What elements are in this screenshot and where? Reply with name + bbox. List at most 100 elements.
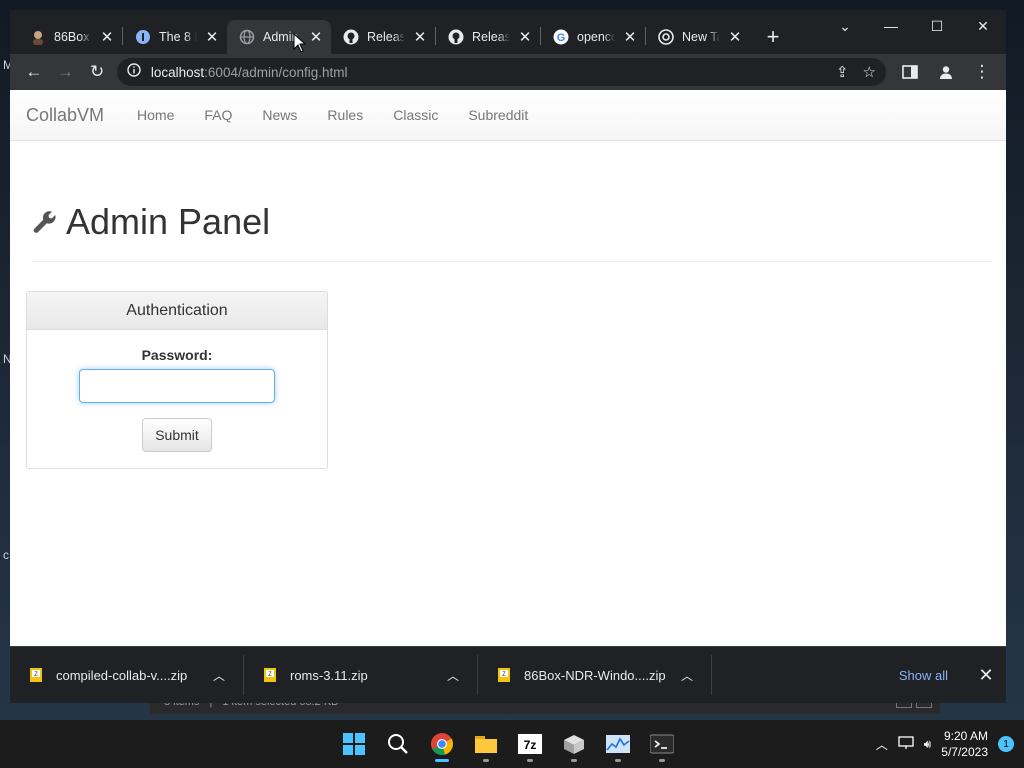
show-all-downloads-link[interactable]: Show all — [881, 668, 966, 683]
resource-monitor-button[interactable] — [600, 724, 636, 764]
info-icon[interactable] — [127, 62, 141, 82]
nav-link-classic[interactable]: Classic — [378, 107, 453, 123]
close-tab-icon[interactable]: ✕ — [100, 30, 114, 45]
terminal-button[interactable] — [644, 724, 680, 764]
new-tab-button[interactable]: + — [756, 20, 790, 54]
google-favicon-icon: G — [553, 29, 569, 45]
chevron-up-icon[interactable]: ︿ — [213, 667, 225, 684]
svg-text:Z: Z — [268, 672, 272, 678]
clock-time: 9:20 AM — [943, 729, 988, 743]
nav-link-news[interactable]: News — [247, 107, 312, 123]
close-window-button[interactable]: ✕ — [960, 10, 1006, 42]
close-tab-icon[interactable]: ✕ — [413, 30, 427, 45]
performance-graph-icon — [606, 735, 630, 753]
tab-title: The 8 B — [159, 30, 197, 44]
info-favicon-icon — [135, 29, 151, 45]
tab-title: New Ta — [682, 30, 720, 44]
tab-admin[interactable]: Admin ✕ — [227, 20, 331, 54]
close-icon[interactable]: ✕ — [966, 665, 1006, 686]
folder-icon — [475, 736, 497, 753]
back-button[interactable]: ← — [18, 58, 50, 86]
close-tab-icon[interactable]: ✕ — [728, 30, 742, 45]
url-text: localhost:6004/admin/config.html — [151, 65, 348, 80]
chevron-up-icon[interactable]: ︿ — [681, 667, 693, 684]
notification-badge[interactable]: 1 — [998, 736, 1014, 752]
close-tab-icon[interactable]: ✕ — [205, 30, 219, 45]
page-title: Admin Panel — [66, 201, 271, 242]
nav-link-subreddit[interactable]: Subreddit — [453, 107, 543, 123]
volume-icon[interactable]: 🔊︎ — [924, 737, 932, 752]
7zip-button[interactable]: 7z — [512, 724, 548, 764]
chevron-up-icon[interactable]: ︿ — [876, 736, 888, 753]
search-button[interactable] — [380, 724, 416, 764]
site-brand[interactable]: CollabVM — [26, 105, 104, 126]
close-tab-icon[interactable]: ✕ — [309, 30, 323, 45]
tab-title: 86Box | — [54, 30, 92, 44]
download-item[interactable]: Z compiled-collab-v....zip ︿ — [10, 655, 244, 695]
close-tab-icon[interactable]: ✕ — [623, 30, 637, 45]
download-filename: roms-3.11.zip — [290, 667, 368, 683]
zip-file-icon: Z — [498, 668, 510, 682]
tab-new-tab[interactable]: New Ta ✕ — [646, 20, 750, 54]
file-explorer-button[interactable] — [468, 724, 504, 764]
7zip-icon: 7z — [518, 734, 542, 754]
chrome-icon — [431, 733, 453, 756]
github-favicon-icon — [343, 29, 359, 45]
url-host: localhost — [150, 64, 205, 80]
forward-button[interactable]: → — [50, 58, 82, 86]
password-label: Password: — [141, 347, 213, 363]
tab-opencc[interactable]: G opencc ✕ — [541, 20, 645, 54]
download-item[interactable]: Z 86Box-NDR-Windo....zip ︿ — [478, 655, 712, 695]
globe-favicon-icon — [239, 29, 255, 45]
nav-link-rules[interactable]: Rules — [312, 107, 378, 123]
chrome-favicon-icon — [658, 29, 674, 45]
tab-search-icon[interactable]: ⌄ — [822, 10, 868, 42]
share-icon[interactable]: ⇪ — [836, 63, 849, 81]
windows-logo-icon — [343, 733, 365, 755]
tab-release-1[interactable]: Release ✕ — [331, 20, 435, 54]
maximize-button[interactable]: ☐ — [914, 10, 960, 42]
tab-title: opencc — [577, 30, 615, 44]
chrome-taskbar-button[interactable] — [424, 724, 460, 764]
minimize-button[interactable]: — — [868, 10, 914, 42]
panel-heading: Authentication — [27, 292, 327, 330]
mouse-cursor-icon — [293, 33, 307, 53]
url-path: :6004/admin/config.html — [204, 64, 348, 80]
installer-app-button[interactable] — [556, 724, 592, 764]
terminal-icon — [650, 734, 674, 754]
tab-86box[interactable]: 86Box | ✕ — [18, 20, 122, 54]
nav-link-home[interactable]: Home — [122, 107, 189, 123]
window-controls: ⌄ — ☐ ✕ — [822, 10, 1006, 42]
box-package-icon — [564, 735, 584, 754]
tab-the-8-bit[interactable]: The 8 B ✕ — [123, 20, 227, 54]
side-panel-icon[interactable] — [894, 58, 926, 86]
chevron-up-icon[interactable]: ︿ — [447, 667, 459, 684]
desktop-fragment-text: c — [3, 548, 9, 562]
reload-button[interactable]: ↻ — [81, 58, 113, 86]
download-filename: compiled-collab-v....zip — [56, 667, 188, 683]
bookmark-star-icon[interactable]: ☆ — [863, 63, 876, 81]
password-input[interactable] — [79, 369, 275, 403]
download-item[interactable]: Z roms-3.11.zip ︿ — [244, 655, 478, 695]
network-icon[interactable] — [898, 735, 914, 753]
submit-button[interactable]: Submit — [142, 418, 212, 452]
menu-kebab-icon[interactable]: ⋮ — [966, 58, 998, 86]
close-tab-icon[interactable]: ✕ — [518, 30, 532, 45]
browser-window: 86Box | ✕ The 8 B ✕ Admin ✕ Release ✕ — [10, 10, 1006, 703]
wrench-icon — [33, 211, 56, 233]
tab-release-2[interactable]: Release ✕ — [436, 20, 540, 54]
nav-link-faq[interactable]: FAQ — [189, 107, 247, 123]
zip-file-icon: Z — [30, 668, 42, 682]
profile-icon[interactable] — [930, 58, 962, 86]
site-navbar: CollabVM Home FAQ News Rules Classic Sub… — [10, 90, 1006, 141]
taskbar-clock[interactable]: 9:20 AM 5/7/2023 — [941, 728, 988, 760]
start-button[interactable] — [336, 724, 372, 764]
page-viewport: CollabVM Home FAQ News Rules Classic Sub… — [10, 90, 1006, 646]
svg-text:7z: 7z — [524, 738, 537, 752]
download-filename: 86Box-NDR-Windo....zip — [524, 667, 666, 683]
authentication-panel: Authentication Password: Submit — [26, 291, 328, 469]
zip-file-icon: Z — [264, 668, 276, 682]
svg-text:G: G — [557, 32, 566, 44]
address-bar[interactable]: localhost:6004/admin/config.html ⇪ ☆ — [116, 58, 886, 86]
search-icon — [388, 734, 408, 754]
